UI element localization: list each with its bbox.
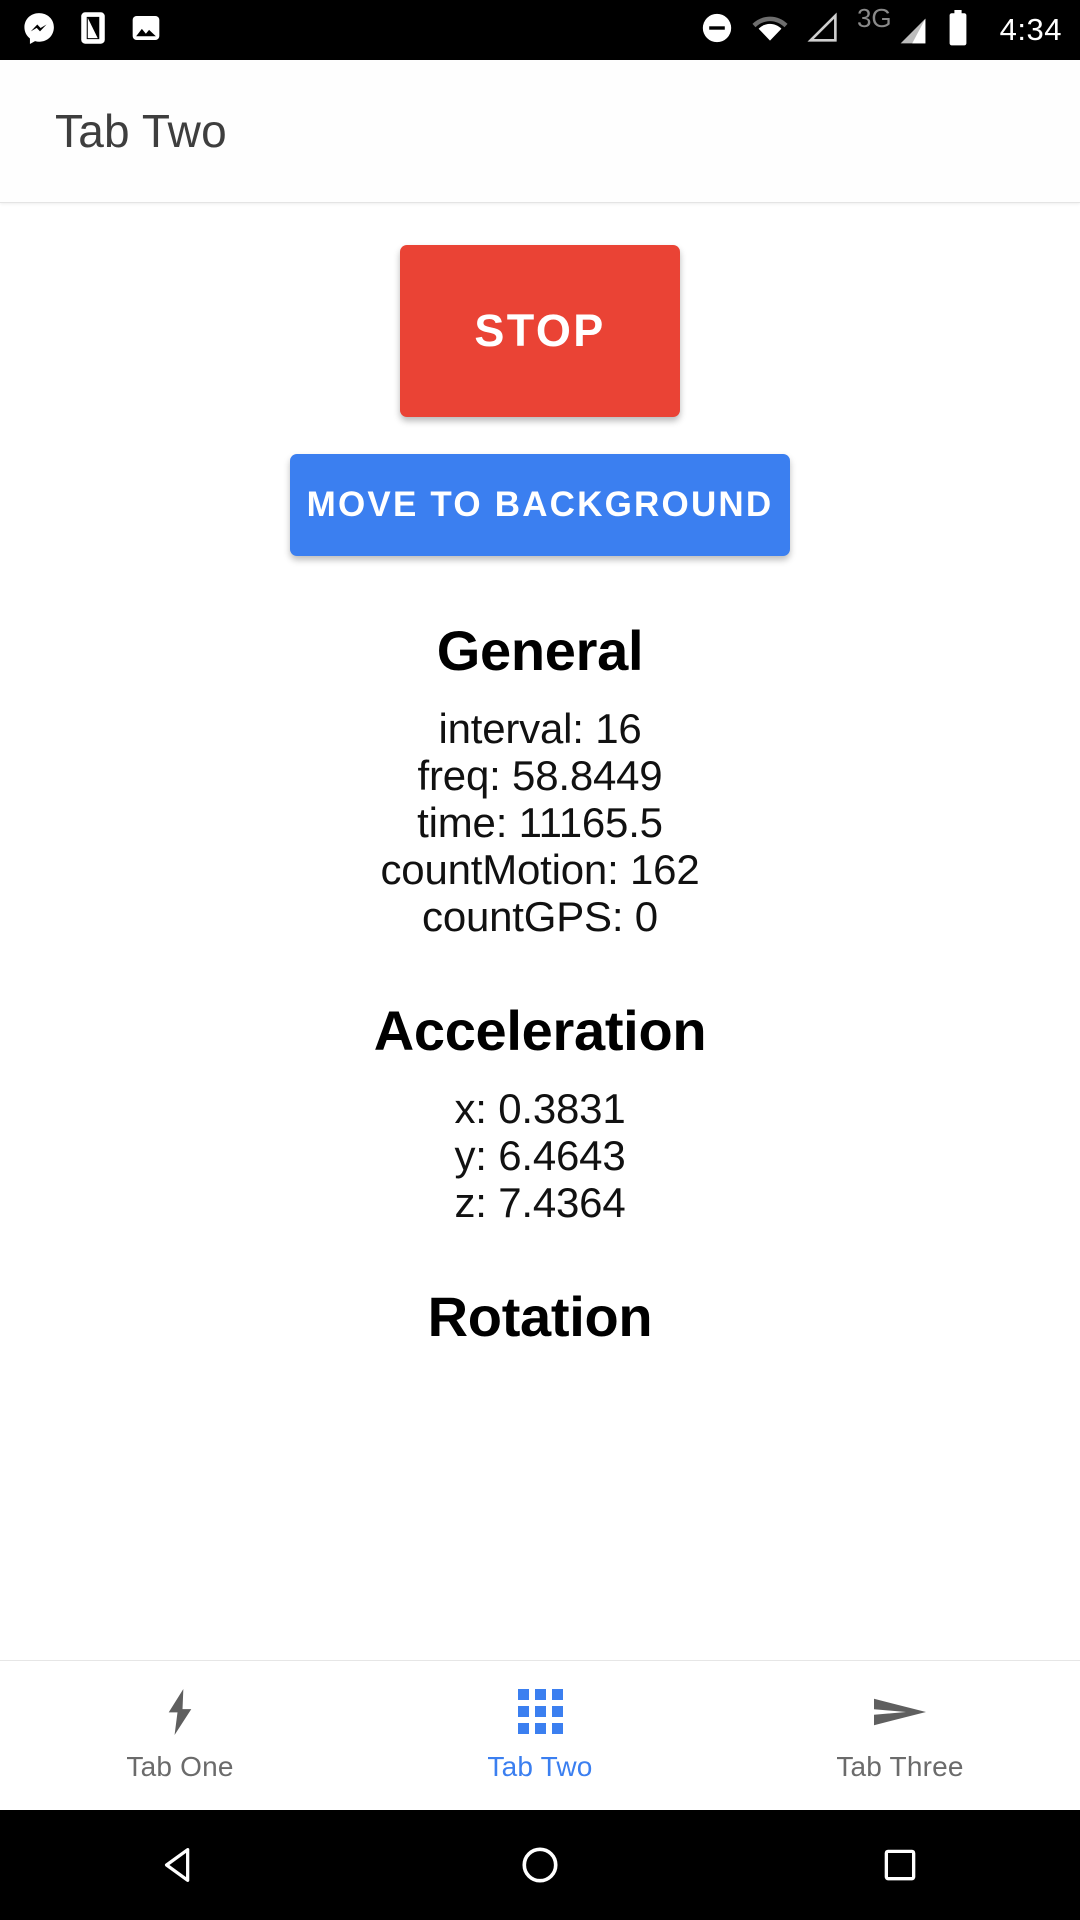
main-content: STOP MOVE TO BACKGROUND General interval… [0, 203, 1080, 1660]
image-icon [130, 12, 162, 49]
triangle-back-icon [164, 1848, 190, 1882]
value-accel-z: z: 7.4364 [454, 1179, 626, 1227]
value-time: time: 11165.5 [417, 799, 663, 847]
tab-three-label: Tab Three [836, 1750, 964, 1782]
wifi-icon [751, 13, 789, 48]
phone-screen: 3G 4:34 Tab Two STOP MOVE TO BACKGROUND … [0, 0, 1080, 1920]
recents-button[interactable] [840, 1810, 960, 1920]
phone-icon [78, 11, 108, 50]
square-recents-icon [884, 1849, 916, 1881]
status-bar: 3G 4:34 [0, 0, 1080, 60]
tab-one[interactable]: Tab One [0, 1661, 360, 1810]
section-heading-general: General [436, 619, 644, 682]
home-button[interactable] [480, 1810, 600, 1920]
android-navigation-bar [0, 1810, 1080, 1920]
signal-3g-icon: 3G [857, 5, 930, 46]
section-values-general: interval: 16 freq: 58.8449 time: 11165.5… [0, 705, 1080, 940]
section-heading-rotation: Rotation [427, 1285, 653, 1349]
value-accel-y: y: 6.4643 [454, 1132, 626, 1180]
grid-icon [517, 1689, 563, 1735]
app-bar: Tab Two [0, 60, 1080, 203]
back-button[interactable] [120, 1810, 240, 1920]
page-title: Tab Two [55, 105, 227, 157]
section-heading-acceleration: Acceleration [373, 999, 707, 1063]
value-accel-x: x: 0.3831 [454, 1085, 626, 1133]
do-not-disturb-icon [700, 11, 734, 50]
signal-empty-icon [806, 11, 840, 49]
move-to-background-button-row: MOVE TO BACKGROUND [0, 417, 1080, 556]
value-countgps: countGPS: 0 [422, 893, 658, 941]
bolt-icon [165, 1688, 195, 1735]
status-bar-clock: 4:34 [999, 12, 1062, 47]
section-values-acceleration: x: 0.3831 y: 6.4643 z: 7.4364 [0, 1085, 1080, 1226]
stop-button[interactable]: STOP [400, 245, 680, 417]
value-countmotion: countMotion: 162 [380, 846, 700, 894]
tab-two[interactable]: Tab Two [360, 1661, 720, 1810]
status-bar-right-icons: 3G 4:34 [700, 5, 1062, 51]
circle-home-icon [522, 1847, 558, 1883]
tab-two-label: Tab Two [487, 1750, 593, 1782]
bottom-tab-bar: Tab One Tab Two Tab Three [0, 1660, 1080, 1810]
network-type-label: 3G [856, 3, 892, 33]
value-interval: interval: 16 [438, 705, 642, 752]
move-to-background-button[interactable]: MOVE TO BACKGROUND [290, 454, 790, 556]
send-icon [874, 1689, 926, 1735]
tab-one-label: Tab One [126, 1750, 234, 1782]
tab-three[interactable]: Tab Three [720, 1661, 1080, 1810]
stop-button-row: STOP [0, 203, 1080, 417]
messenger-icon [22, 11, 56, 50]
value-freq: freq: 58.8449 [417, 752, 663, 800]
battery-icon [947, 9, 969, 51]
status-bar-left-icons [22, 11, 162, 50]
